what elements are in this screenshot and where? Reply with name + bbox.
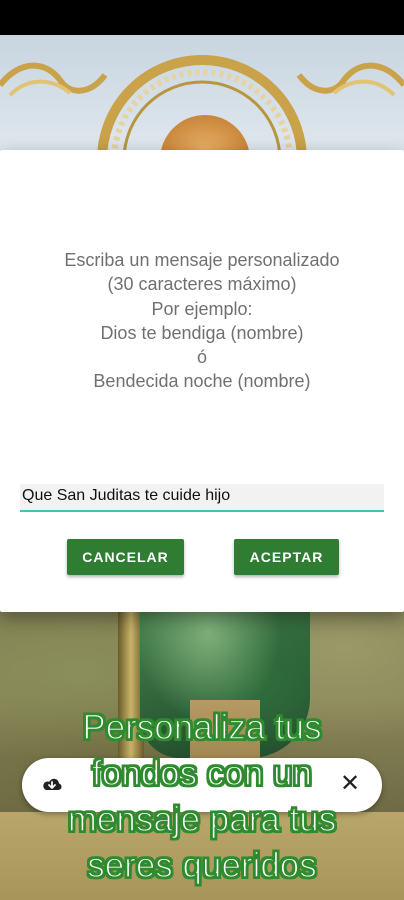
custom-message-dialog: Escriba un mensaje personalizado (30 car…: [0, 150, 404, 612]
promo-caption: Personaliza tus fondos con un mensaje pa…: [0, 705, 404, 889]
message-line: Bendecida noche (nombre): [93, 371, 311, 392]
message-line: Escriba un mensaje personalizado: [64, 250, 340, 270]
message-line: Dios te bendiga (nombre): [100, 322, 304, 343]
message-line: ó: [196, 347, 207, 368]
promo-line: mensaje para tus: [67, 799, 337, 840]
message-line: (30 caracteres máximo): [107, 274, 297, 295]
dialog-message: Escriba un mensaje personalizado (30 car…: [20, 248, 384, 394]
message-line: Por ejemplo:: [151, 298, 253, 319]
message-input[interactable]: [20, 484, 382, 508]
promo-line: seres queridos: [86, 845, 317, 886]
status-bar: [0, 0, 404, 35]
cancel-button[interactable]: CANCELAR: [67, 539, 184, 575]
promo-line: Personaliza tus: [82, 707, 323, 748]
message-input-container: [20, 484, 384, 512]
promo-line: fondos con un: [91, 753, 312, 794]
accept-button[interactable]: ACEPTAR: [234, 539, 339, 575]
